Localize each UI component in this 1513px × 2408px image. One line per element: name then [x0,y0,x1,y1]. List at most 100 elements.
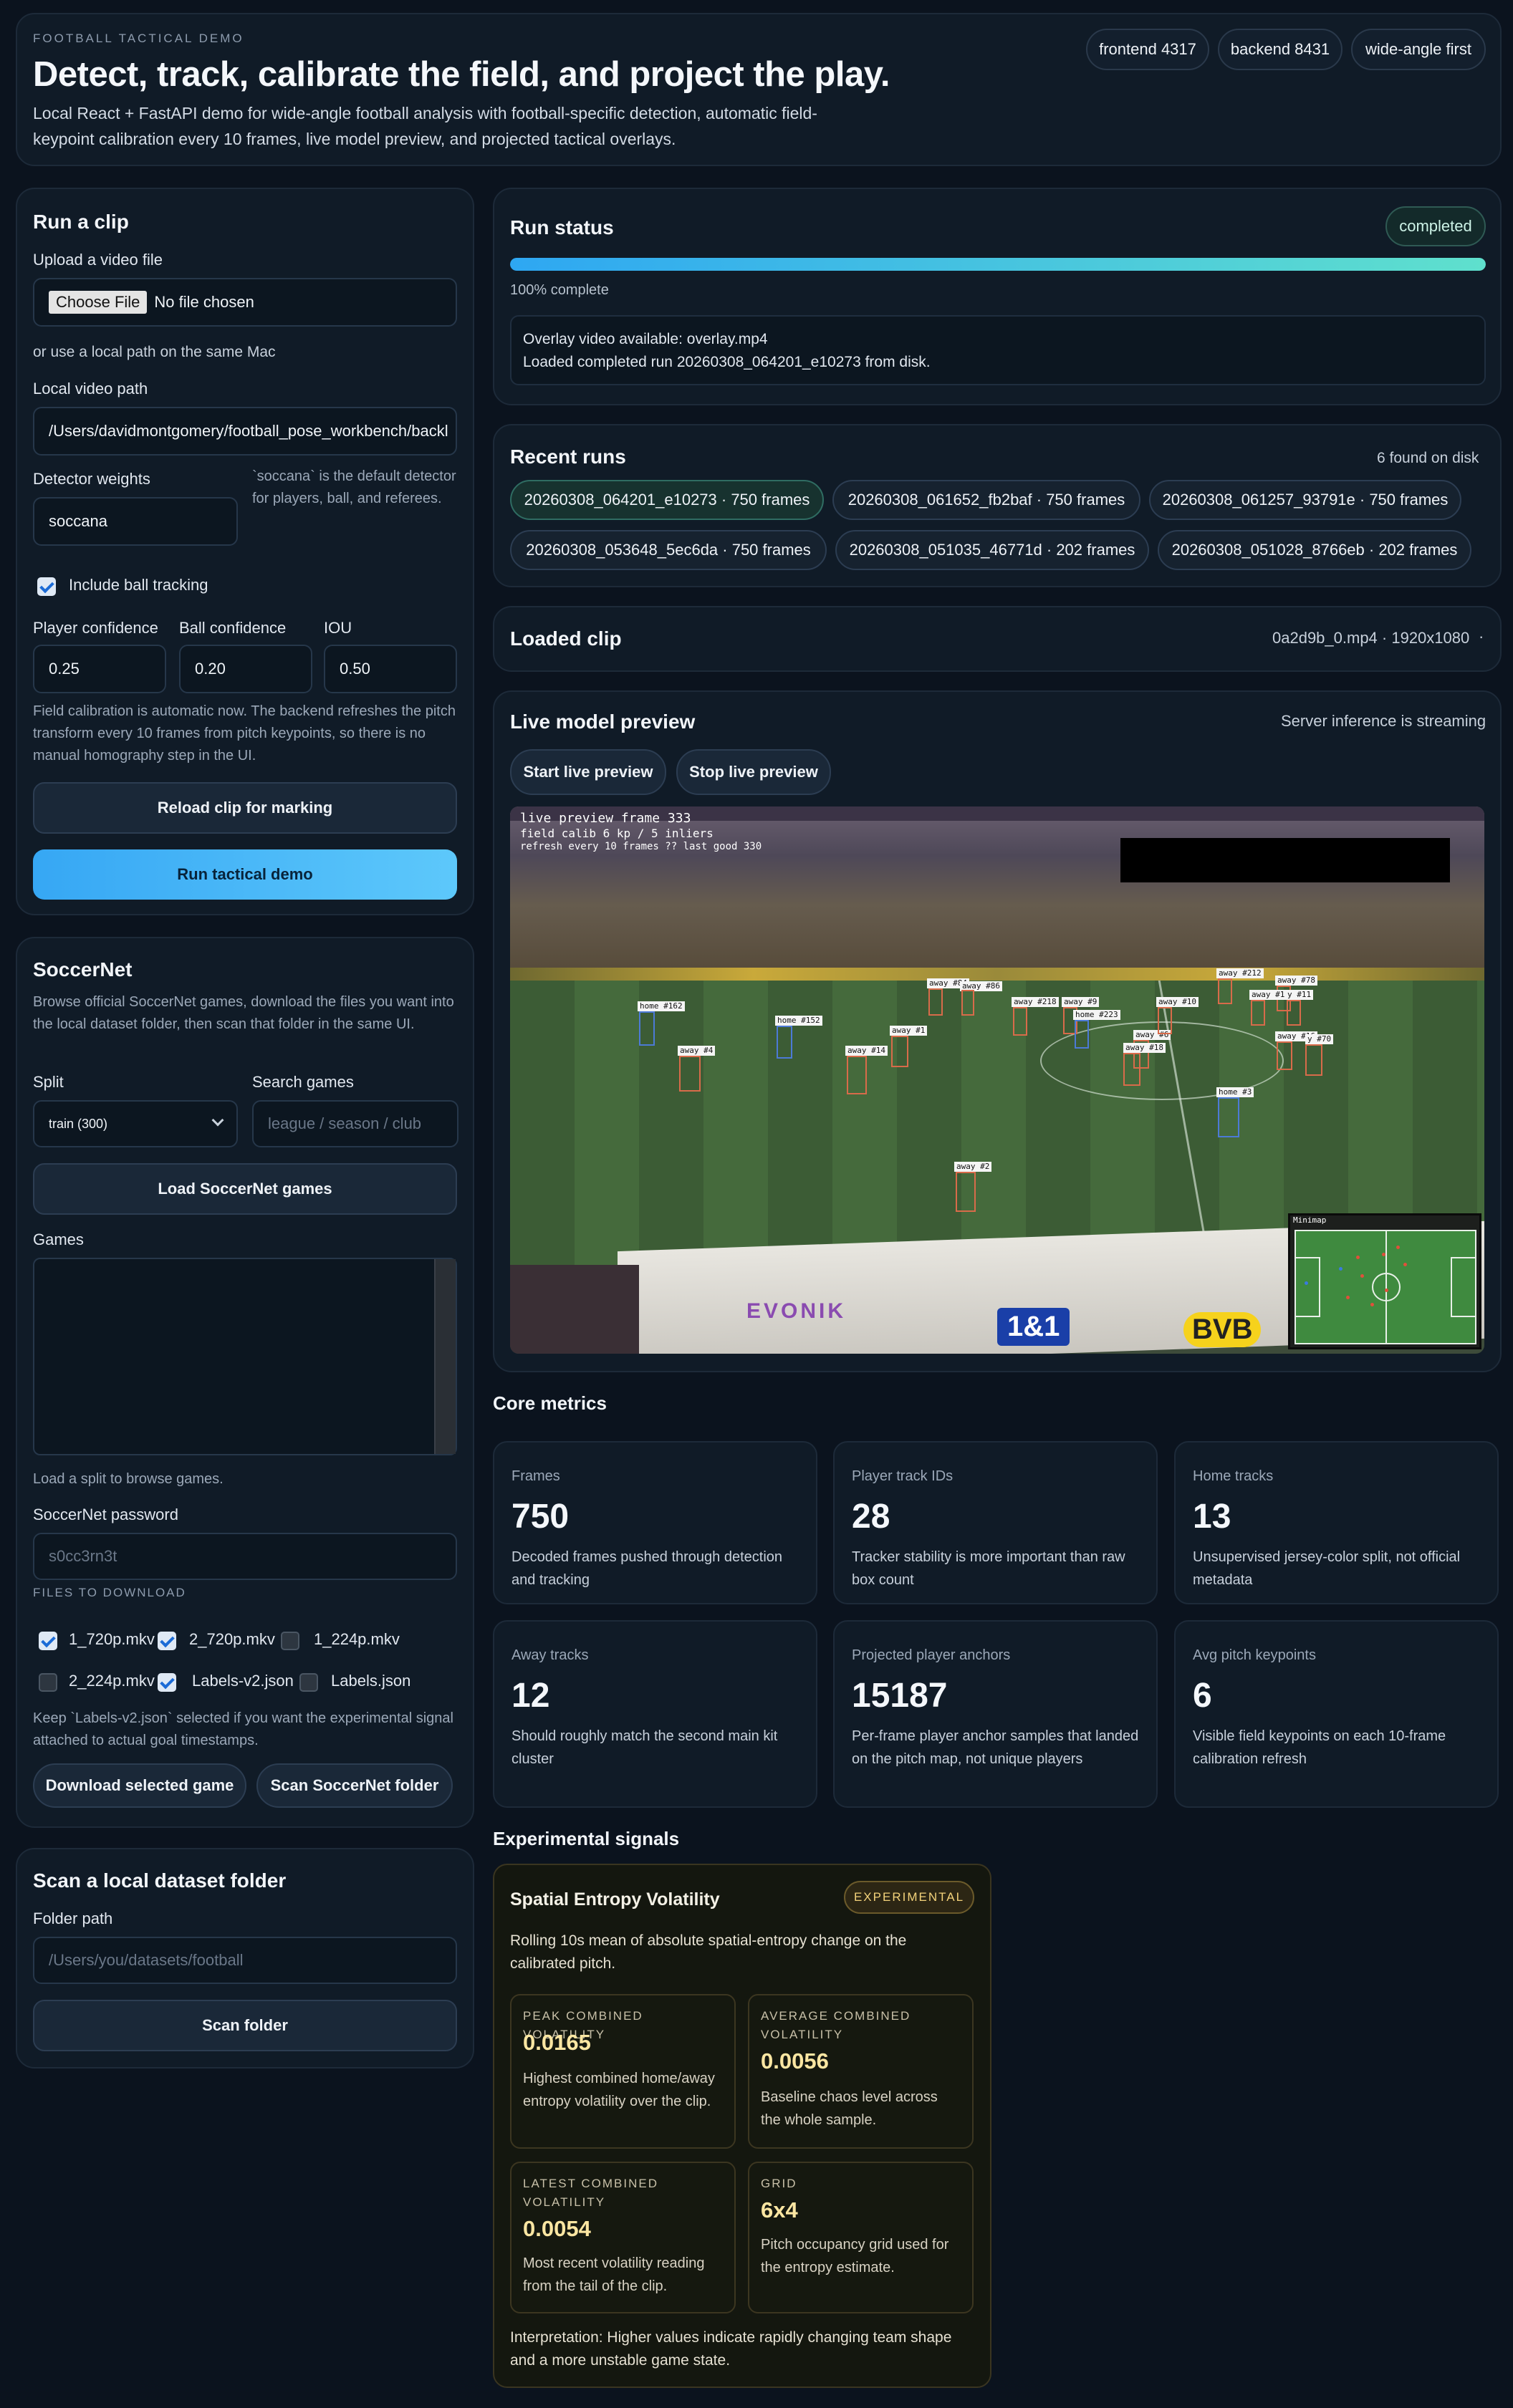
split-label: Split [33,1073,64,1091]
file-label-labels: Labels.json [331,1672,411,1690]
loaded-clip-card[interactable]: Loaded clip 0a2d9b_0.mp4 · 1920x1080 · [493,606,1502,672]
metric-label: Frames [511,1468,560,1484]
soccernet-desc: Browse official SoccerNet games, downloa… [33,994,454,1032]
interpretation-text: Interpretation: Higher values indicate r… [510,2329,952,2369]
games-scrollbar[interactable] [434,1259,456,1454]
stat-desc: Baseline chaos level across the whole sa… [761,2089,938,2128]
ad-board-top [510,968,1484,981]
player-tag: away #18 [1123,1043,1166,1053]
expand-icon[interactable]: · [1479,627,1484,646]
file-upload-input[interactable]: Choose File No file chosen [33,278,457,327]
folder-path-label: Folder path [33,1909,113,1927]
run-chip-3[interactable]: 20260308_061257_93791e · 750 frames [1149,480,1461,520]
weights-input[interactable]: soccana [33,497,238,546]
file-label-labels-v2: Labels-v2.json [192,1672,294,1690]
recent-runs-title: Recent runs [510,446,626,468]
player-tag: away #14 [845,1046,888,1056]
iou-input[interactable]: 0.50 [324,645,457,693]
load-soccernet-button[interactable]: Load SoccerNet games [33,1163,457,1215]
split-select[interactable]: train (300) [33,1100,238,1147]
player-tag: away #9 [1062,997,1100,1007]
player-box [777,1026,792,1059]
overlay-line-3: refresh every 10 frames ?? last good 330 [520,841,762,852]
preview-video-frame: EVONIK 1&1 BVB live preview frame 333 fi… [510,806,1484,1354]
search-games-input[interactable]: league / season / club [252,1100,458,1147]
file-checkbox-2-720p[interactable] [158,1632,176,1650]
player-box [891,1036,908,1067]
player-tag: away #218 [1012,997,1059,1007]
metric-label: Player track IDs [852,1468,954,1484]
scan-folder-button[interactable]: Scan folder [33,2000,457,2051]
run-chip-4[interactable]: 20260308_053648_5ec6da · 750 frames [510,530,827,570]
player-tag: y #70 [1305,1034,1334,1044]
live-preview-title: Live model preview [510,711,696,733]
run-status-card: Run status completed 100% complete Overl… [493,188,1502,405]
metric-value: 15187 [852,1677,948,1715]
progress-bar [510,258,1486,271]
metric-card-anchors: Projected player anchors 15187 Per-frame… [833,1620,1158,1808]
metric-value: 28 [852,1498,890,1536]
player-tag: away #10 [1156,997,1199,1007]
live-preview-status: Server inference is streaming [1281,712,1486,730]
folder-path-input[interactable]: /Users/you/datasets/football [33,1937,457,1984]
ball-tracking-checkbox[interactable] [37,577,56,596]
minimap-dot [1360,1274,1364,1278]
file-checkbox-labels[interactable] [299,1673,318,1692]
password-input[interactable]: s0cc3rn3t [33,1533,457,1580]
crowd-bottom-left [510,1265,639,1354]
run-chip-5[interactable]: 20260308_051035_46771d · 202 frames [835,530,1149,570]
local-path-input[interactable]: /Users/davidmontgomery/football_pose_wor… [33,407,457,456]
reload-clip-button[interactable]: Reload clip for marking [33,782,457,834]
local-scan-title: Scan a local dataset folder [33,1869,287,1892]
player-box [679,1056,701,1092]
player-box [1075,1020,1089,1049]
run-chip-6[interactable]: 20260308_051028_8766eb · 202 frames [1158,530,1471,570]
run-clip-card: Run a clip Upload a video file Choose Fi… [16,188,474,915]
progress-text: 100% complete [510,282,609,298]
stat-average: AVERAGE COMBINED VOLATILITY 0.0056 Basel… [748,1994,974,2149]
games-list[interactable] [33,1258,457,1455]
page-lead: Local React + FastAPI demo for wide-angl… [33,104,817,148]
redacted-block [1120,838,1450,882]
header-card: FOOTBALL TACTICAL DEMO Detect, track, ca… [16,13,1502,166]
chevron-down-icon [211,1114,224,1127]
pill-wide-angle: wide-angle first [1351,29,1486,70]
upload-label: Upload a video file [33,251,163,269]
metric-card-keypoints: Avg pitch keypoints 6 Visible field keyp… [1174,1620,1499,1808]
file-checkbox-2-224p[interactable] [39,1673,57,1692]
run-chip-1[interactable]: 20260308_064201_e10273 · 750 frames [510,480,824,520]
entropy-card: Spatial Entropy Volatility EXPERIMENTAL … [493,1864,991,2388]
player-tag: away #2 [954,1162,992,1172]
metric-value: 13 [1193,1498,1231,1536]
games-hint: Load a split to browse games. [33,1471,224,1487]
status-line-2: Loaded completed run 20260308_064201_e10… [523,354,931,370]
file-checkbox-labels-v2[interactable] [158,1673,176,1692]
scan-soccernet-button[interactable]: Scan SoccerNet folder [256,1763,453,1808]
player-tag: away #1 [890,1026,928,1036]
ball-conf-input[interactable]: 0.20 [179,645,312,693]
metric-desc: Tracker stability is more important than… [852,1549,1125,1588]
loaded-clip-title: Loaded clip [510,627,622,650]
live-preview-card: Live model preview Server inference is s… [493,690,1502,1372]
board-bvb: BVB [1183,1312,1262,1347]
minimap-dot [1305,1281,1308,1285]
run-chip-2[interactable]: 20260308_061652_fb2baf · 750 frames [832,480,1140,520]
stop-preview-button[interactable]: Stop live preview [676,749,831,795]
file-label-1-720p: 1_720p.mkv [69,1630,155,1648]
player-box [1277,1041,1292,1070]
player-box [1013,1007,1027,1036]
file-label-1-224p: 1_224p.mkv [314,1630,400,1648]
file-checkbox-1-720p[interactable] [39,1632,57,1650]
start-preview-button[interactable]: Start live preview [510,749,666,795]
player-conf-input[interactable]: 0.25 [33,645,166,693]
overlay-line-1: live preview frame 333 [520,811,691,826]
download-game-button[interactable]: Download selected game [33,1763,246,1808]
choose-file-button[interactable]: Choose File [49,291,148,314]
file-checkbox-1-224p[interactable] [281,1632,299,1650]
run-tactical-demo-button[interactable]: Run tactical demo [33,849,457,900]
metric-desc: Decoded frames pushed through detection … [511,1549,783,1588]
minimap: Minimap [1288,1213,1481,1349]
recent-runs-count: 6 found on disk [1377,450,1479,466]
status-message-box: Overlay video available: overlay.mp4 Loa… [510,315,1486,385]
pill-frontend: frontend 4317 [1086,29,1209,70]
